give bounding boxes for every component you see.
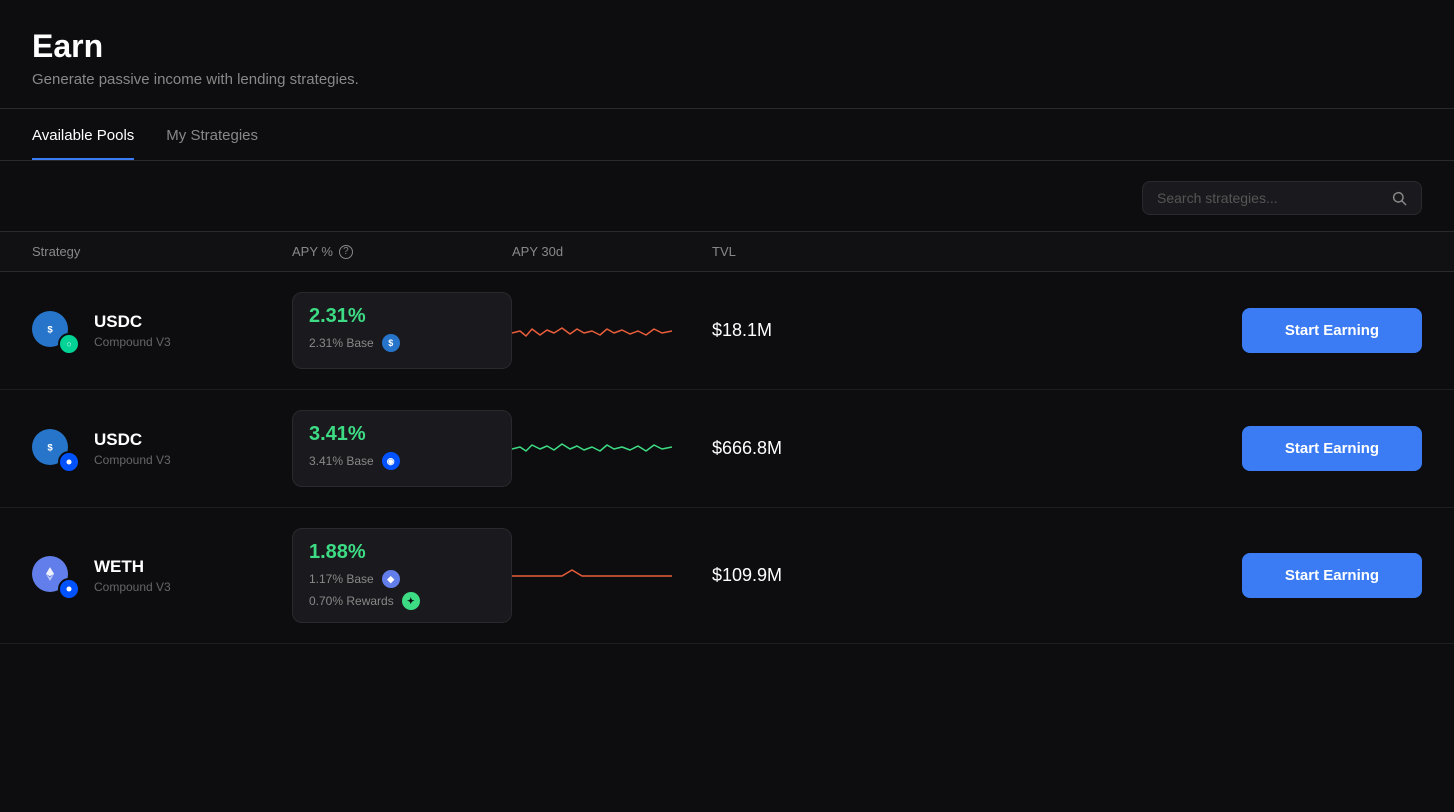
table-header: Strategy APY % ? APY 30d TVL	[0, 231, 1454, 272]
base-icon	[63, 456, 75, 468]
tabs-bar: Available Pools My Strategies	[0, 109, 1454, 161]
usdc-mini-icon: $	[382, 334, 400, 352]
base-badge	[58, 451, 80, 473]
col-tvl: TVL	[712, 244, 912, 259]
apy-rewards-row: 0.70% Rewards ✦	[309, 592, 495, 610]
action-cell-2: Start Earning	[912, 426, 1422, 471]
svg-text:$: $	[47, 324, 53, 335]
start-earning-button-2[interactable]: Start Earning	[1242, 426, 1422, 471]
tvl-cell-1: $18.1M	[712, 320, 912, 341]
table-row: WETH Compound V3 1.88% 1.17% Base ◆ 0.70…	[0, 508, 1454, 644]
action-cell-3: Start Earning	[912, 553, 1422, 598]
compound-badge: ⬡	[58, 333, 80, 355]
eth-mini-icon: ◆	[382, 570, 400, 588]
sparkline-1	[512, 311, 672, 351]
action-cell-1: Start Earning	[912, 308, 1422, 353]
tab-my-strategies[interactable]: My Strategies	[166, 109, 258, 160]
strategy-cell-3: WETH Compound V3	[32, 552, 292, 600]
apy-base-row: 2.31% Base $	[309, 334, 495, 352]
sparkline-cell-2	[512, 429, 712, 469]
usdc-mini-icon-2: ◉	[382, 452, 400, 470]
tab-available-pools[interactable]: Available Pools	[32, 109, 134, 160]
usdc-logo: $	[39, 318, 61, 340]
sparkline-cell-3	[512, 556, 712, 596]
start-earning-button-1[interactable]: Start Earning	[1242, 308, 1422, 353]
col-action	[912, 244, 1422, 259]
token-icon-usdc-compound: $ ⬡	[32, 307, 80, 355]
search-bar-row	[0, 161, 1454, 231]
table-row: $ USDC Compound V3 3.41% 3.41% Base ◉	[0, 390, 1454, 508]
usdc-logo-2: $	[39, 436, 61, 458]
apy-base-row-3: 1.17% Base ◆	[309, 570, 495, 588]
strategy-info-3: WETH Compound V3	[94, 557, 171, 594]
tvl-cell-3: $109.9M	[712, 565, 912, 586]
apy-cell-1: 2.31% 2.31% Base $	[292, 292, 512, 369]
search-icon	[1391, 190, 1407, 206]
col-strategy: Strategy	[32, 244, 292, 259]
sparkline-2	[512, 429, 672, 469]
strategy-cell: $ ⬡ USDC Compound V3	[32, 307, 292, 355]
tvl-cell-2: $666.8M	[712, 438, 912, 459]
search-input[interactable]	[1157, 190, 1383, 206]
page-title: Earn	[32, 28, 1422, 65]
apy-cell-3: 1.88% 1.17% Base ◆ 0.70% Rewards ✦	[292, 528, 512, 623]
strategy-info: USDC Compound V3	[94, 312, 171, 349]
strategy-info-2: USDC Compound V3	[94, 430, 171, 467]
start-earning-button-3[interactable]: Start Earning	[1242, 553, 1422, 598]
apy-info-icon: ?	[339, 245, 353, 259]
page-header: Earn Generate passive income with lendin…	[0, 0, 1454, 109]
token-icon-usdc-base: $	[32, 425, 80, 473]
col-apy: APY % ?	[292, 244, 512, 259]
sparkline-cell-1	[512, 311, 712, 351]
svg-text:⬡: ⬡	[67, 342, 71, 348]
strategy-cell-2: $ USDC Compound V3	[32, 425, 292, 473]
weth-base-badge	[58, 578, 80, 600]
apy-cell-2: 3.41% 3.41% Base ◉	[292, 410, 512, 487]
table-row: $ ⬡ USDC Compound V3 2.31% 2.31% Base $	[0, 272, 1454, 390]
token-icon-weth	[32, 552, 80, 600]
compound-icon: ⬡	[63, 338, 75, 350]
reward-badge: ✦	[402, 592, 420, 610]
weth-logo	[39, 563, 61, 585]
search-box	[1142, 181, 1422, 215]
apy-base-row-2: 3.41% Base ◉	[309, 452, 495, 470]
base-icon-weth	[63, 583, 75, 595]
col-apy30d: APY 30d	[512, 244, 712, 259]
svg-text:$: $	[47, 442, 53, 453]
page-subtitle: Generate passive income with lending str…	[32, 71, 1422, 88]
sparkline-3	[512, 556, 672, 596]
